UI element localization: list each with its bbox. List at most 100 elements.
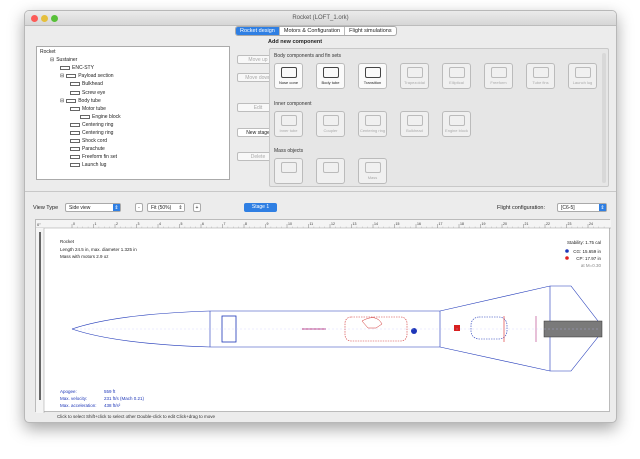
component-icon bbox=[70, 122, 80, 127]
collapse-icon[interactable]: ⊟ bbox=[60, 98, 64, 104]
component-icon bbox=[70, 163, 80, 168]
tree-item[interactable]: ⊟ Body tube bbox=[60, 98, 101, 104]
inner-component-button[interactable]: Centering ring bbox=[358, 111, 387, 137]
ruler-tick-label: 8 bbox=[245, 222, 247, 226]
tree-item[interactable]: Shock cord bbox=[70, 138, 107, 144]
tree-item[interactable]: Screw eye bbox=[70, 90, 105, 96]
collapse-icon[interactable]: ⊟ bbox=[60, 73, 64, 79]
component-icon bbox=[322, 67, 339, 78]
body-component-button[interactable]: Elliptical bbox=[442, 63, 471, 89]
flight-configuration-select[interactable]: [C6-5] ⇕ bbox=[557, 203, 607, 212]
inner-components-header: Inner component bbox=[274, 101, 312, 107]
component-label: Transition bbox=[363, 80, 382, 85]
component-label: Launch lug bbox=[572, 80, 593, 85]
ruler-tick-label: 14 bbox=[374, 222, 378, 226]
component-label: Coupler bbox=[323, 128, 338, 133]
ruler-tick-label: 18 bbox=[460, 222, 464, 226]
body-component-button[interactable]: Transition bbox=[358, 63, 387, 89]
component-label: Inner tube bbox=[279, 128, 298, 133]
component-icon bbox=[66, 98, 77, 103]
tab-motors-configuration[interactable]: Motors & Configuration bbox=[280, 27, 346, 35]
max-acceleration-value: 438 ft/s² bbox=[104, 403, 121, 408]
tree-item[interactable]: Parachute bbox=[70, 146, 105, 152]
tree-item-label: Engine block bbox=[92, 113, 121, 120]
tree-item-label: Motor tube bbox=[82, 105, 106, 112]
rocket-upper-profile[interactable] bbox=[71, 285, 599, 330]
vertical-scrollbar[interactable] bbox=[39, 232, 41, 400]
max-velocity-value: 231 ft/s (Mach 0.21) bbox=[104, 396, 145, 401]
rocket-figure-canvas[interactable]: 0 1 2 3 4 5 6 7 8 9 10 11 12 13 14 15 16 17 18 19 20 21 22 23 24… bbox=[35, 219, 611, 413]
mass-component-button[interactable]: Mass bbox=[358, 158, 387, 184]
component-icon bbox=[406, 115, 423, 126]
tree-item[interactable]: Centering ring bbox=[70, 122, 113, 128]
collapse-icon[interactable]: ⊟ bbox=[50, 57, 54, 63]
mach-text: at M=0.30 bbox=[581, 263, 602, 268]
tree-item-label: Payload section bbox=[78, 73, 114, 80]
view-toolbar: View Type Side view ⇕ - Fit (50%) ⇕ + Stag… bbox=[25, 203, 616, 217]
tree-item-label: Freeform fin set bbox=[82, 154, 118, 161]
component-icon bbox=[448, 115, 465, 126]
stability-text: Stability: 1.75 cal bbox=[567, 240, 601, 245]
max-velocity-label: Max. velocity: bbox=[60, 396, 87, 401]
ruler-tick-label: 3 bbox=[138, 222, 140, 226]
panel-scrollbar[interactable] bbox=[602, 53, 606, 183]
tab-flight-simulations[interactable]: Flight simulations bbox=[345, 27, 396, 35]
tree-item-label: Centering ring bbox=[82, 130, 114, 136]
tree-item[interactable]: Bulkhead bbox=[70, 81, 103, 87]
ruler-tick-label: 10 bbox=[288, 222, 292, 226]
tree-item-label: Bulkhead bbox=[82, 81, 103, 88]
view-type-select[interactable]: Side view ⇕ bbox=[65, 203, 121, 212]
tree-item[interactable]: Centering ring bbox=[70, 130, 113, 136]
body-component-button[interactable]: Launch lug bbox=[568, 63, 597, 89]
max-acceleration-label: Max. acceleration: bbox=[60, 403, 97, 408]
tree-item[interactable]: Motor tube bbox=[70, 106, 106, 112]
ruler-tick-label: 20 bbox=[503, 222, 507, 226]
inner-component-button[interactable]: Coupler bbox=[316, 111, 345, 137]
tree-item[interactable]: Freeform fin set bbox=[70, 154, 117, 160]
component-icon bbox=[280, 67, 297, 78]
component-tree[interactable]: Rocket ⊟ Sustainer ENC-STY ⊟ Payload section B… bbox=[36, 46, 230, 180]
flight-configuration-value: [C6-5] bbox=[561, 205, 575, 211]
ruler-tick-label: 12 bbox=[331, 222, 335, 226]
zoom-out-icon[interactable]: - bbox=[135, 203, 143, 212]
engine-block-bounds[interactable] bbox=[470, 316, 508, 340]
zoom-in-icon[interactable]: + bbox=[193, 203, 201, 212]
ruler-corner-label: 0" bbox=[37, 222, 41, 227]
mass-component-button[interactable] bbox=[316, 158, 345, 184]
tree-item[interactable]: ⊟ Payload section bbox=[60, 73, 114, 79]
stage-1-button[interactable]: Stage 1 bbox=[244, 203, 277, 212]
body-component-button[interactable]: Freeform bbox=[484, 63, 513, 89]
chevron-down-icon: ⇕ bbox=[599, 204, 606, 211]
tree-item[interactable]: Launch lug bbox=[70, 162, 106, 168]
tree-item[interactable]: Engine block bbox=[80, 114, 121, 120]
inner-component-button[interactable]: Inner tube bbox=[274, 111, 303, 137]
body-component-button[interactable]: Tube fins bbox=[526, 63, 555, 89]
tree-item-label: ENC-STY bbox=[72, 65, 94, 72]
rocket-mass-text: Mass with motors 2.9 oz bbox=[60, 254, 109, 259]
tree-item-label: Screw eye bbox=[82, 89, 106, 96]
body-components-header: Body components and fin sets bbox=[274, 53, 341, 59]
inner-component-button[interactable]: Engine block bbox=[442, 111, 471, 137]
body-component-button[interactable]: Trapezoidal bbox=[400, 63, 429, 89]
rocket-figure[interactable]: 0 1 2 3 4 5 6 7 8 9 10 11 12 13 14 15 16 17 18 19 20 21 22 23 24… bbox=[36, 220, 611, 413]
tree-item-label: Rocket bbox=[40, 49, 56, 55]
body-component-button[interactable]: Nose cone bbox=[274, 63, 303, 89]
component-icon bbox=[70, 82, 80, 87]
mass-component-button[interactable] bbox=[274, 158, 303, 184]
cg-text: CG: 15.659 in bbox=[573, 249, 601, 254]
component-label: Engine block bbox=[445, 128, 468, 133]
tree-item-label: Body tube bbox=[78, 97, 101, 104]
tree-item[interactable]: Rocket bbox=[40, 49, 56, 55]
body-component-button[interactable]: Body tube bbox=[316, 63, 345, 89]
zoom-select[interactable]: Fit (50%) ⇕ bbox=[147, 203, 185, 212]
tree-item[interactable]: ENC-STY bbox=[60, 65, 94, 71]
inner-component-button[interactable]: Bulkhead bbox=[400, 111, 429, 137]
rocket-outline[interactable] bbox=[71, 285, 599, 372]
tree-item-label: Launch lug bbox=[82, 162, 107, 169]
parachute-icon bbox=[361, 317, 383, 329]
tab-rocket-design[interactable]: Rocket design bbox=[236, 27, 280, 35]
rocket-lower-profile[interactable] bbox=[71, 328, 599, 372]
split-divider[interactable] bbox=[25, 189, 616, 194]
tree-item[interactable]: ⊟ Sustainer bbox=[50, 57, 77, 63]
component-icon bbox=[322, 162, 339, 173]
